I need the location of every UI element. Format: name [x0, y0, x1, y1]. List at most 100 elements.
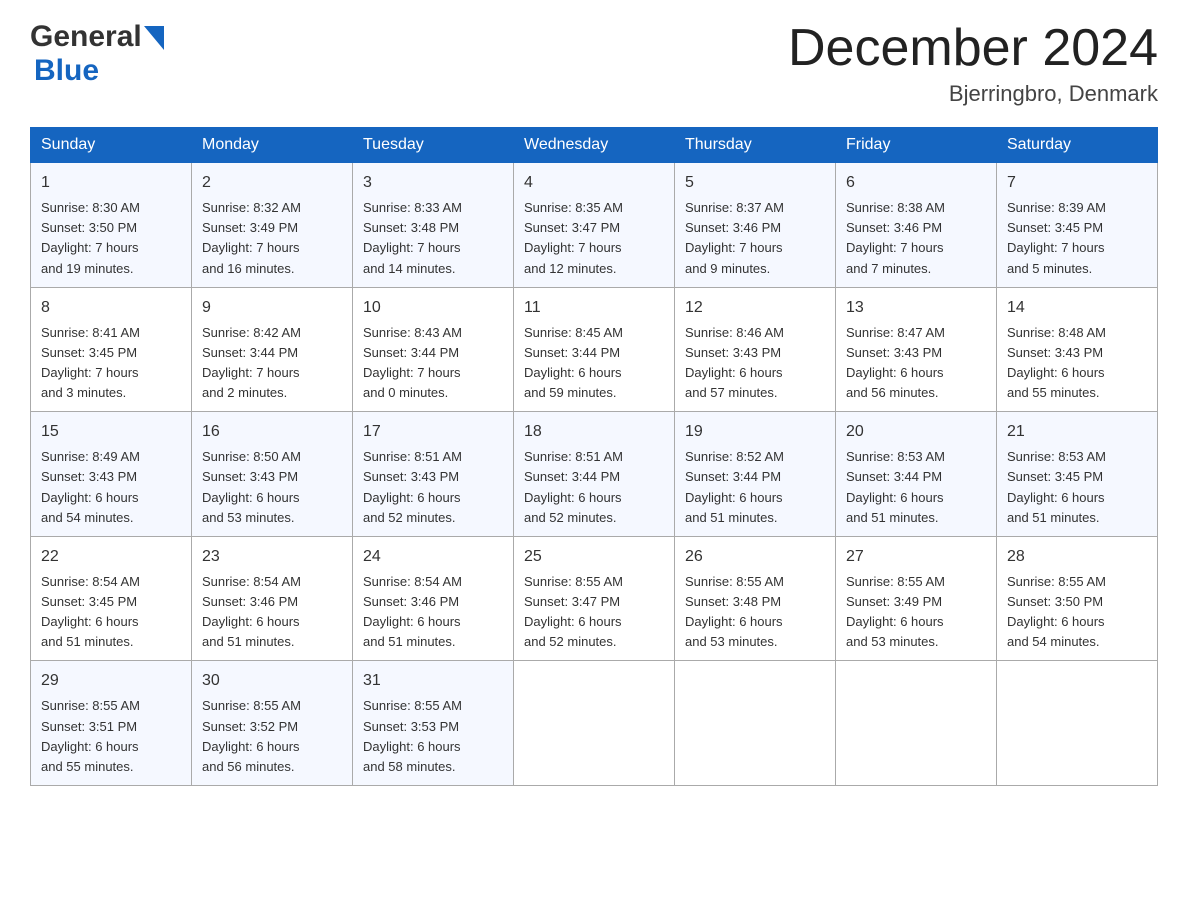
day-number: 15: [41, 420, 181, 444]
calendar-cell: 9Sunrise: 8:42 AMSunset: 3:44 PMDaylight…: [192, 287, 353, 412]
header-sunday: Sunday: [31, 128, 192, 163]
title-area: December 2024 Bjerringbro, Denmark: [788, 20, 1158, 107]
header-row: Sunday Monday Tuesday Wednesday Thursday…: [31, 128, 1158, 163]
day-info: Sunrise: 8:53 AMSunset: 3:45 PMDaylight:…: [1007, 447, 1147, 528]
calendar-cell: [997, 661, 1158, 786]
day-info: Sunrise: 8:53 AMSunset: 3:44 PMDaylight:…: [846, 447, 986, 528]
header-wednesday: Wednesday: [514, 128, 675, 163]
calendar-cell: 6Sunrise: 8:38 AMSunset: 3:46 PMDaylight…: [836, 163, 997, 288]
calendar-cell: [675, 661, 836, 786]
calendar-cell: 23 Sunrise: 8:54 AMSunset: 3:46 PMDayligh…: [192, 536, 353, 661]
day-number: 31: [363, 669, 503, 693]
calendar-cell: 21 Sunrise: 8:53 AMSunset: 3:45 PMDayligh…: [997, 412, 1158, 537]
calendar-cell: 24 Sunrise: 8:54 AMSunset: 3:46 PMDayligh…: [353, 536, 514, 661]
calendar-cell: 18Sunrise: 8:51 AMSunset: 3:44 PMDayligh…: [514, 412, 675, 537]
day-info: Sunrise: 8:55 AMSunset: 3:52 PMDaylight:…: [202, 696, 342, 777]
day-info: Sunrise: 8:32 AMSunset: 3:49 PMDaylight:…: [202, 198, 342, 279]
calendar-cell: 19 Sunrise: 8:52 AMSunset: 3:44 PMDayligh…: [675, 412, 836, 537]
day-info: Sunrise: 8:54 AMSunset: 3:46 PMDaylight:…: [363, 572, 503, 653]
day-info: Sunrise: 8:37 AMSunset: 3:46 PMDaylight:…: [685, 198, 825, 279]
calendar-cell: [514, 661, 675, 786]
day-number: 23: [202, 545, 342, 569]
day-number: 29: [41, 669, 181, 693]
day-number: 3: [363, 171, 503, 195]
calendar-cell: 11Sunrise: 8:45 AMSunset: 3:44 PMDayligh…: [514, 287, 675, 412]
day-info: Sunrise: 8:41 AMSunset: 3:45 PMDaylight:…: [41, 323, 181, 404]
day-info: Sunrise: 8:39 AMSunset: 3:45 PMDaylight:…: [1007, 198, 1147, 279]
day-info: Sunrise: 8:49 AMSunset: 3:43 PMDaylight:…: [41, 447, 181, 528]
calendar-cell: 22 Sunrise: 8:54 AMSunset: 3:45 PMDayligh…: [31, 536, 192, 661]
calendar-cell: 3Sunrise: 8:33 AMSunset: 3:48 PMDaylight…: [353, 163, 514, 288]
day-info: Sunrise: 8:46 AMSunset: 3:43 PMDaylight:…: [685, 323, 825, 404]
header-saturday: Saturday: [997, 128, 1158, 163]
logo: General Blue: [30, 20, 164, 88]
calendar-cell: 30 Sunrise: 8:55 AMSunset: 3:52 PMDayligh…: [192, 661, 353, 786]
day-info: Sunrise: 8:52 AMSunset: 3:44 PMDaylight:…: [685, 447, 825, 528]
calendar-cell: 14Sunrise: 8:48 AMSunset: 3:43 PMDayligh…: [997, 287, 1158, 412]
day-number: 17: [363, 420, 503, 444]
day-info: Sunrise: 8:50 AMSunset: 3:43 PMDaylight:…: [202, 447, 342, 528]
day-info: Sunrise: 8:55 AMSunset: 3:49 PMDaylight:…: [846, 572, 986, 653]
day-number: 2: [202, 171, 342, 195]
calendar-table: Sunday Monday Tuesday Wednesday Thursday…: [30, 127, 1158, 786]
day-info: Sunrise: 8:47 AMSunset: 3:43 PMDaylight:…: [846, 323, 986, 404]
header-thursday: Thursday: [675, 128, 836, 163]
calendar-week-row: 1Sunrise: 8:30 AMSunset: 3:50 PMDaylight…: [31, 163, 1158, 288]
calendar-week-row: 8 Sunrise: 8:41 AMSunset: 3:45 PMDaylight…: [31, 287, 1158, 412]
day-number: 8: [41, 296, 181, 320]
day-number: 6: [846, 171, 986, 195]
day-info: Sunrise: 8:43 AMSunset: 3:44 PMDaylight:…: [363, 323, 503, 404]
location-subtitle: Bjerringbro, Denmark: [788, 81, 1158, 107]
calendar-cell: 5Sunrise: 8:37 AMSunset: 3:46 PMDaylight…: [675, 163, 836, 288]
day-number: 10: [363, 296, 503, 320]
calendar-cell: 16 Sunrise: 8:50 AMSunset: 3:43 PMDayligh…: [192, 412, 353, 537]
calendar-cell: 29 Sunrise: 8:55 AMSunset: 3:51 PMDayligh…: [31, 661, 192, 786]
calendar-cell: 20 Sunrise: 8:53 AMSunset: 3:44 PMDayligh…: [836, 412, 997, 537]
day-number: 12: [685, 296, 825, 320]
day-number: 25: [524, 545, 664, 569]
calendar-cell: 25Sunrise: 8:55 AMSunset: 3:47 PMDayligh…: [514, 536, 675, 661]
calendar-cell: 27 Sunrise: 8:55 AMSunset: 3:49 PMDayligh…: [836, 536, 997, 661]
page-header: General Blue December 2024 Bjerringbro, …: [30, 20, 1158, 107]
day-info: Sunrise: 8:55 AMSunset: 3:51 PMDaylight:…: [41, 696, 181, 777]
header-tuesday: Tuesday: [353, 128, 514, 163]
calendar-cell: 13Sunrise: 8:47 AMSunset: 3:43 PMDayligh…: [836, 287, 997, 412]
day-info: Sunrise: 8:51 AMSunset: 3:43 PMDaylight:…: [363, 447, 503, 528]
day-number: 7: [1007, 171, 1147, 195]
day-info: Sunrise: 8:54 AMSunset: 3:46 PMDaylight:…: [202, 572, 342, 653]
day-number: 21: [1007, 420, 1147, 444]
day-number: 26: [685, 545, 825, 569]
calendar-cell: 1Sunrise: 8:30 AMSunset: 3:50 PMDaylight…: [31, 163, 192, 288]
day-info: Sunrise: 8:54 AMSunset: 3:45 PMDaylight:…: [41, 572, 181, 653]
day-number: 24: [363, 545, 503, 569]
calendar-body: 1Sunrise: 8:30 AMSunset: 3:50 PMDaylight…: [31, 163, 1158, 786]
day-number: 14: [1007, 296, 1147, 320]
day-number: 22: [41, 545, 181, 569]
day-info: Sunrise: 8:35 AMSunset: 3:47 PMDaylight:…: [524, 198, 664, 279]
header-monday: Monday: [192, 128, 353, 163]
day-info: Sunrise: 8:45 AMSunset: 3:44 PMDaylight:…: [524, 323, 664, 404]
day-info: Sunrise: 8:55 AMSunset: 3:53 PMDaylight:…: [363, 696, 503, 777]
calendar-cell: 8 Sunrise: 8:41 AMSunset: 3:45 PMDaylight…: [31, 287, 192, 412]
day-number: 1: [41, 171, 181, 195]
logo-blue-text: Blue: [34, 54, 99, 88]
calendar-cell: 15 Sunrise: 8:49 AMSunset: 3:43 PMDayligh…: [31, 412, 192, 537]
day-number: 27: [846, 545, 986, 569]
calendar-cell: 7 Sunrise: 8:39 AMSunset: 3:45 PMDaylight…: [997, 163, 1158, 288]
day-number: 30: [202, 669, 342, 693]
calendar-week-row: 15 Sunrise: 8:49 AMSunset: 3:43 PMDayligh…: [31, 412, 1158, 537]
day-number: 19: [685, 420, 825, 444]
day-number: 20: [846, 420, 986, 444]
day-info: Sunrise: 8:42 AMSunset: 3:44 PMDaylight:…: [202, 323, 342, 404]
calendar-cell: 2 Sunrise: 8:32 AMSunset: 3:49 PMDaylight…: [192, 163, 353, 288]
day-info: Sunrise: 8:55 AMSunset: 3:48 PMDaylight:…: [685, 572, 825, 653]
calendar-cell: 26 Sunrise: 8:55 AMSunset: 3:48 PMDayligh…: [675, 536, 836, 661]
calendar-header: Sunday Monday Tuesday Wednesday Thursday…: [31, 128, 1158, 163]
day-number: 16: [202, 420, 342, 444]
header-friday: Friday: [836, 128, 997, 163]
calendar-week-row: 29 Sunrise: 8:55 AMSunset: 3:51 PMDayligh…: [31, 661, 1158, 786]
calendar-week-row: 22 Sunrise: 8:54 AMSunset: 3:45 PMDayligh…: [31, 536, 1158, 661]
calendar-cell: [836, 661, 997, 786]
day-number: 4: [524, 171, 664, 195]
day-number: 18: [524, 420, 664, 444]
